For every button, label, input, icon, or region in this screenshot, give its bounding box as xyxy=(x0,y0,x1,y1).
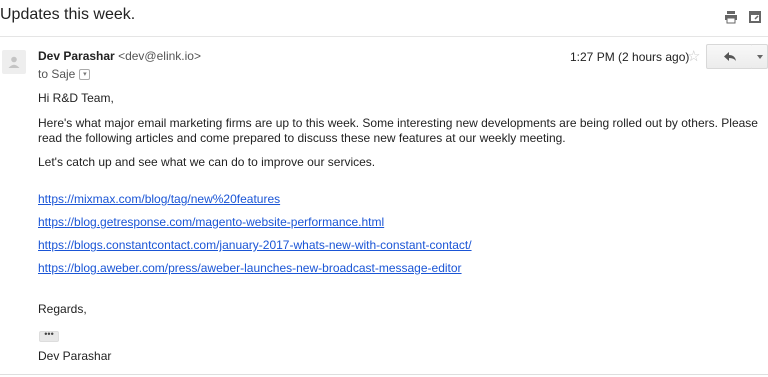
sender-name[interactable]: Dev Parashar xyxy=(38,49,115,63)
more-options-button[interactable] xyxy=(752,44,768,69)
print-icon[interactable] xyxy=(724,10,738,24)
recipient-label: to Saje xyxy=(38,67,76,81)
email-subject: Updates this week. xyxy=(0,6,136,23)
article-link[interactable]: https://blog.getresponse.com/magento-web… xyxy=(38,215,763,230)
closing: Regards, xyxy=(38,302,87,316)
article-link[interactable]: https://blog.aweber.com/press/aweber-lau… xyxy=(38,261,763,276)
more-options-icon xyxy=(756,54,763,59)
show-details-chevron-icon[interactable]: ▾ xyxy=(79,68,91,80)
star-icon[interactable]: ☆ xyxy=(687,47,700,65)
reply-button[interactable] xyxy=(706,44,753,69)
sender-email: <dev@elink.io> xyxy=(118,49,201,63)
avatar[interactable] xyxy=(2,50,26,74)
message-body: Hi R&D Team, Here's what major email mar… xyxy=(38,91,763,284)
divider xyxy=(0,36,768,37)
links-list: https://mixmax.com/blog/tag/new%20featur… xyxy=(38,192,763,276)
person-icon xyxy=(8,56,20,68)
article-link[interactable]: https://blogs.constantcontact.com/januar… xyxy=(38,238,763,253)
message-timestamp: 1:27 PM (2 hours ago) xyxy=(570,50,690,64)
intro-paragraph: Here's what major email marketing firms … xyxy=(38,116,758,145)
divider xyxy=(0,374,768,375)
recipient-line: to Saje ▾ xyxy=(38,67,91,81)
header-actions xyxy=(724,10,762,24)
show-trimmed-content-button[interactable]: ••• xyxy=(39,330,59,342)
reply-icon xyxy=(723,52,736,61)
article-link[interactable]: https://mixmax.com/blog/tag/new%20featur… xyxy=(38,192,763,207)
sender: Dev Parashar <dev@elink.io> xyxy=(38,49,201,63)
catch-up-paragraph: Let's catch up and see what we can do to… xyxy=(38,155,376,169)
open-in-new-window-icon[interactable] xyxy=(748,10,762,24)
signature: Dev Parashar xyxy=(38,349,112,363)
greeting: Hi R&D Team, xyxy=(38,91,114,105)
